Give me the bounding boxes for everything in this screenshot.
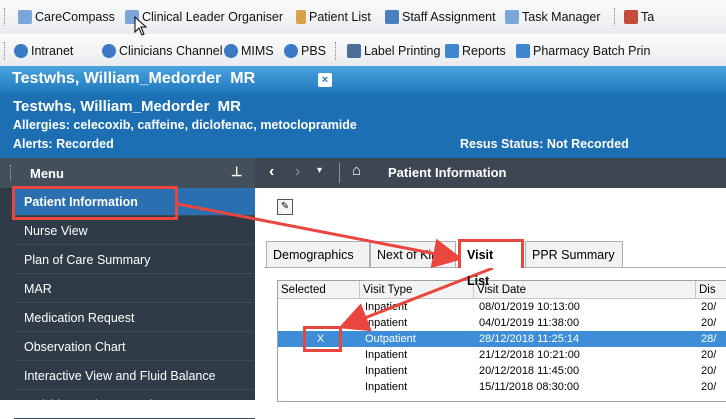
table-row[interactable]: Inpatient 20/12/2018 11:45:00 20/ [278,363,726,379]
tab-demographics[interactable]: Demographics [266,241,370,267]
cell-selected [278,299,360,315]
divider [339,163,340,183]
page-title: Patient Information [388,165,507,180]
pbs-link[interactable]: PBS [284,43,326,59]
menu-item-mar[interactable]: MAR [14,275,255,303]
table-row[interactable]: Inpatient 08/01/2019 10:13:00 20/ [278,299,726,315]
person-icon [296,10,306,24]
cell-visit-type: Inpatient [365,301,408,313]
cell-selected [278,363,360,379]
menu-item-plan-of-care-summary[interactable]: Plan of Care Summary [14,246,255,274]
cell-visit-type: Inpatient [365,349,408,361]
reports-button[interactable]: Reports [445,43,506,59]
pharmacy-batch-printing-button[interactable]: Pharmacy Batch Prin [516,43,650,59]
document-icon [516,44,530,58]
toolbar-grip[interactable] [335,42,338,60]
patient-banner: Testwhs, William_Medorder MR Allergies: … [0,94,726,158]
globe-search-icon [14,44,28,58]
table-row[interactable]: Inpatient 21/12/2018 10:21:00 20/ [278,347,726,363]
printer-icon [347,44,361,58]
resus-status-text: Resus Status: Not Recorded [460,137,629,151]
toolbar-grip[interactable] [4,42,7,60]
column-header-selected[interactable]: Selected [278,281,360,299]
highlight-box-selected-cell [303,326,342,352]
content-header: ‹ › ▾ ⌂ Patient Information [255,158,726,188]
cell-visit-type: Inpatient [365,381,408,393]
menu-title: Menu [30,166,64,181]
pin-icon[interactable]: ⊥ [231,164,242,180]
column-header-visit-type[interactable]: Visit Type [360,281,474,299]
menu-item-observation-chart[interactable]: Observation Chart [14,333,255,361]
allergies-text: Allergies: celecoxib, caffeine, diclofen… [13,118,357,132]
grid-icon [505,10,519,24]
cell-visit-date: 28/12/2018 11:25:14 [479,333,580,345]
column-header-discharge[interactable]: Dis [696,281,726,299]
people-icon [385,10,399,24]
mims-link[interactable]: MIMS [224,43,274,59]
clinicians-channel-link[interactable]: Clinicians Channel [102,43,223,59]
tab-next-of-kin[interactable]: Next of Kin [370,241,456,267]
table-row-selected[interactable]: X Outpatient 28/12/2018 11:25:14 28/ [278,331,726,347]
staff-assignment-button[interactable]: Staff Assignment [385,9,496,25]
table-row[interactable]: Inpatient 15/11/2018 08:30:00 20/ [278,379,726,395]
cell-visit-date: 04/01/2019 11:38:00 [479,317,580,329]
cell-discharge: 20/ [701,381,717,393]
task-manager-button[interactable]: Task Manager [505,9,601,25]
column-header-visit-date[interactable]: Visit Date [474,281,696,299]
cell-visit-type: Inpatient [365,317,408,329]
calendar-icon [624,10,638,24]
patient-list-button[interactable]: Patient List [296,9,371,25]
close-icon[interactable]: × [318,73,332,87]
table-row[interactable]: Inpatient 04/01/2019 11:38:00 20/ [278,315,726,331]
patient-name: Testwhs, William_Medorder MR [13,98,241,115]
carecompass-button[interactable]: CareCompass [18,9,115,25]
report-icon [445,44,459,58]
cell-visit-date: 15/11/2018 08:30:00 [479,381,580,393]
cell-discharge: 20/ [701,301,717,313]
grid-icon [18,10,32,24]
highlight-box-patient-information [12,186,178,220]
toolbar-grip[interactable] [4,8,7,26]
patient-tab-title[interactable]: Testwhs, William_Medorder MR [12,70,255,88]
menu-item-nurse-view[interactable]: Nurse View [14,217,255,245]
toolbar-overflow-button[interactable]: Ta [624,9,654,25]
cell-discharge: 28/ [701,333,717,345]
globe-search-icon [102,44,116,58]
cell-visit-date: 20/12/2018 11:45:00 [479,365,580,377]
menu-header: Menu ⊥ [0,158,255,188]
menu-grip [10,165,13,181]
alerts-text: Alerts: Recorded [13,137,114,151]
cell-visit-date: 21/12/2018 10:21:00 [479,349,580,361]
toolbar-grip[interactable] [614,8,617,26]
back-icon[interactable]: ‹ [269,163,274,181]
cell-visit-type: Inpatient [365,365,408,377]
menu-item-activities[interactable]: Activities and Interventions [14,391,255,419]
tab-visit-list[interactable]: Visit List [458,239,524,288]
toolbar-links: Intranet Clinicians Channel MIMS PBS Lab… [0,34,726,67]
globe-search-icon [284,44,298,58]
toolbar-primary: CareCompass Clinical Leader Organiser Pa… [0,0,726,35]
globe-search-icon [224,44,238,58]
cell-discharge: 20/ [701,365,717,377]
label-printing-button[interactable]: Label Printing [347,43,440,59]
chevron-down-icon[interactable]: ▾ [317,165,322,176]
home-icon[interactable]: ⌂ [352,162,361,179]
cell-discharge: 20/ [701,317,717,329]
cell-visit-type: Outpatient [365,333,416,345]
tab-ppr-summary[interactable]: PPR Summary [525,241,623,267]
cell-selected [278,379,360,395]
cell-visit-date: 08/01/2019 10:13:00 [479,301,580,313]
clinical-leader-organiser-button[interactable]: Clinical Leader Organiser [125,9,283,25]
mouse-cursor-icon [134,16,148,36]
forward-icon[interactable]: › [295,163,300,181]
visit-list-table: Selected Visit Type Visit Date Dis Inpat… [277,280,726,402]
intranet-link[interactable]: Intranet [14,43,73,59]
menu-item-interactive-view[interactable]: Interactive View and Fluid Balance [14,362,255,390]
cell-discharge: 20/ [701,349,717,361]
menu-item-medication-request[interactable]: Medication Request [14,304,255,332]
patient-tab-bar: Testwhs, William_Medorder MR × [0,66,726,94]
edit-document-icon[interactable]: ✎ [277,199,293,215]
